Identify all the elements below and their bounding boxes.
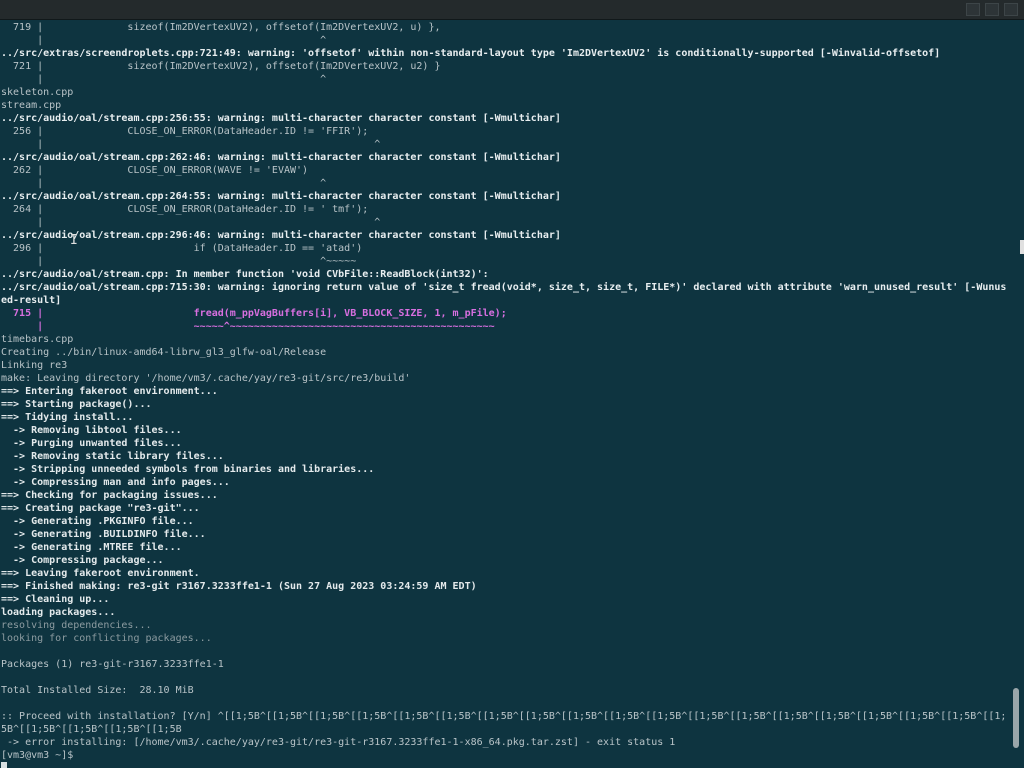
terminal-line: looking for conflicting packages... bbox=[1, 633, 212, 644]
terminal-line: ed-result] bbox=[1, 295, 62, 306]
terminal-line: | ^ bbox=[1, 178, 327, 189]
terminal-line: make: Leaving directory '/home/vm3/.cach… bbox=[1, 373, 411, 384]
terminal-line: ../src/audio/oal/stream.cpp:296:46: warn… bbox=[1, 230, 561, 241]
terminal-line: 296 | if (DataHeader.ID == 'atad') bbox=[1, 243, 363, 254]
terminal-line: 5B^[[1;5B^[[1;5B^[[1;5B^[[1;5B bbox=[1, 724, 182, 735]
terminal-line: loading packages... bbox=[1, 607, 116, 618]
terminal-scrollbar[interactable] bbox=[1013, 688, 1019, 748]
terminal-line: resolving dependencies... bbox=[1, 620, 152, 631]
terminal-line: | ^ bbox=[1, 139, 381, 150]
terminal-line: | ^ bbox=[1, 74, 327, 85]
terminal-line: | ~~~~~^~~~~~~~~~~~~~~~~~~~~~~~~~~~~~~~~… bbox=[1, 321, 495, 332]
terminal-line: -> Purging unwanted files... bbox=[1, 438, 182, 449]
terminal-line: ==> Finished making: re3-git r3167.3233f… bbox=[1, 581, 477, 592]
terminal-line: skeleton.cpp bbox=[1, 87, 74, 98]
terminal-line: 256 | CLOSE_ON_ERROR(DataHeader.ID != 'F… bbox=[1, 126, 369, 137]
terminal-line: | ^~~~~~ bbox=[1, 256, 357, 267]
terminal-line: ../src/audio/oal/stream.cpp: In member f… bbox=[1, 269, 489, 280]
terminal-output[interactable]: 719 | sizeof(Im2DVertexUV2), offsetof(Im… bbox=[0, 19, 1010, 768]
terminal-line: ../src/audio/oal/stream.cpp:256:55: warn… bbox=[1, 113, 561, 124]
terminal-line: 715 | fread(m_ppVagBuffers[i], VB_BLOCK_… bbox=[1, 308, 507, 319]
terminal-line: timebars.cpp bbox=[1, 334, 74, 345]
terminal-line: ==> Leaving fakeroot environment. bbox=[1, 568, 200, 579]
terminal-line: 262 | CLOSE_ON_ERROR(WAVE != 'EVAW') bbox=[1, 165, 309, 176]
terminal-line: Creating ../bin/linux-amd64-librw_gl3_gl… bbox=[1, 347, 327, 358]
terminal-line: Linking re3 bbox=[1, 360, 68, 371]
terminal-line: :: Proceed with installation? [Y/n] ^[[1… bbox=[1, 711, 1007, 722]
terminal-line: ==> Cleaning up... bbox=[1, 594, 110, 605]
window-edge-marker bbox=[1020, 240, 1024, 254]
terminal-line: | ^ bbox=[1, 35, 327, 46]
terminal-line: 264 | CLOSE_ON_ERROR(DataHeader.ID != ' … bbox=[1, 204, 369, 215]
terminal-line: -> Removing static library files... bbox=[1, 451, 224, 462]
terminal-line: -> Generating .PKGINFO file... bbox=[1, 516, 194, 527]
terminal-line: ==> Starting package()... bbox=[1, 399, 152, 410]
terminal-line: ==> Entering fakeroot environment... bbox=[1, 386, 218, 397]
terminal-line: ../src/audio/oal/stream.cpp:264:55: warn… bbox=[1, 191, 561, 202]
terminal-line: -> Generating .BUILDINFO file... bbox=[1, 529, 206, 540]
window-titlebar bbox=[0, 0, 1024, 20]
terminal-line: ==> Tidying install... bbox=[1, 412, 134, 423]
terminal-line: | ^ bbox=[1, 217, 381, 228]
minimize-button[interactable] bbox=[966, 3, 980, 16]
terminal-line: -> Compressing man and info pages... bbox=[1, 477, 230, 488]
terminal-line: -> Removing libtool files... bbox=[1, 425, 182, 436]
terminal-line: -> error installing: [/home/vm3/.cache/y… bbox=[1, 737, 676, 748]
terminal-line: -> Compressing package... bbox=[1, 555, 164, 566]
maximize-button[interactable] bbox=[985, 3, 999, 16]
prompt-line[interactable] bbox=[1, 762, 7, 768]
terminal-line: -> Generating .MTREE file... bbox=[1, 542, 182, 553]
mouse-ibeam-cursor-icon: I bbox=[70, 233, 78, 248]
terminal-line: Total Installed Size: 28.10 MiB bbox=[1, 685, 194, 696]
terminal-line: ../src/extras/screendroplets.cpp:721:49:… bbox=[1, 48, 941, 59]
terminal-line: ../src/audio/oal/stream.cpp:262:46: warn… bbox=[1, 152, 561, 163]
terminal-line: Packages (1) re3-git-r3167.3233ffe1-1 bbox=[1, 659, 224, 670]
terminal-line: stream.cpp bbox=[1, 100, 62, 111]
terminal-line: ==> Checking for packaging issues... bbox=[1, 490, 218, 501]
terminal-line: 721 | sizeof(Im2DVertexUV2), offsetof(Im… bbox=[1, 61, 441, 72]
terminal-line: -> Stripping unneeded symbols from binar… bbox=[1, 464, 375, 475]
terminal-line: ==> Creating package "re3-git"... bbox=[1, 503, 200, 514]
close-button[interactable] bbox=[1004, 3, 1018, 16]
text-cursor bbox=[1, 762, 7, 768]
terminal-line: ../src/audio/oal/stream.cpp:715:30: warn… bbox=[1, 282, 1007, 293]
terminal-line: [vm3@vm3 ~]$ bbox=[1, 750, 80, 761]
terminal-line: 719 | sizeof(Im2DVertexUV2), offsetof(Im… bbox=[1, 22, 441, 33]
